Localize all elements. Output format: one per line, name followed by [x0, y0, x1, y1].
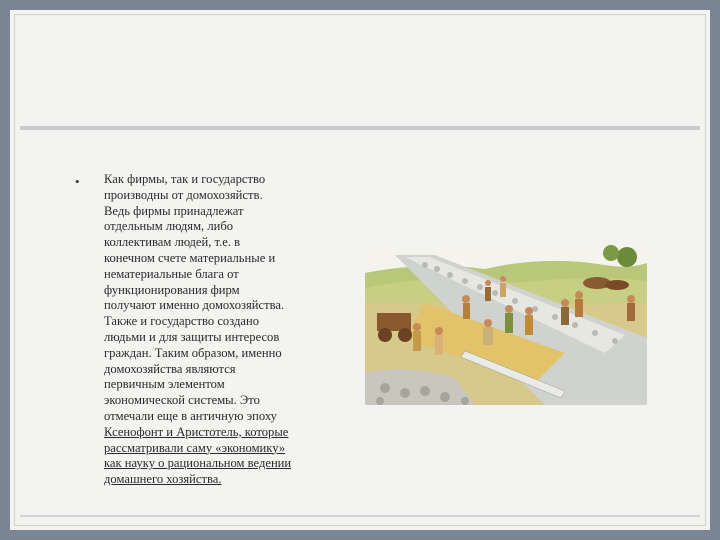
presentation-frame: • Как фирмы, так и государство производн… — [0, 0, 720, 540]
bullet-text: Как фирмы, так и государство производны … — [104, 172, 354, 488]
text-plain: Как фирмы, так и государство производны … — [104, 172, 285, 423]
road-construction-illustration — [365, 243, 647, 405]
bullet-marker: • — [75, 174, 80, 189]
text-underlined: Ксенофонт и Аристотель, которые рассматр… — [104, 424, 292, 487]
footer-divider — [20, 515, 700, 517]
title-divider — [20, 126, 700, 130]
